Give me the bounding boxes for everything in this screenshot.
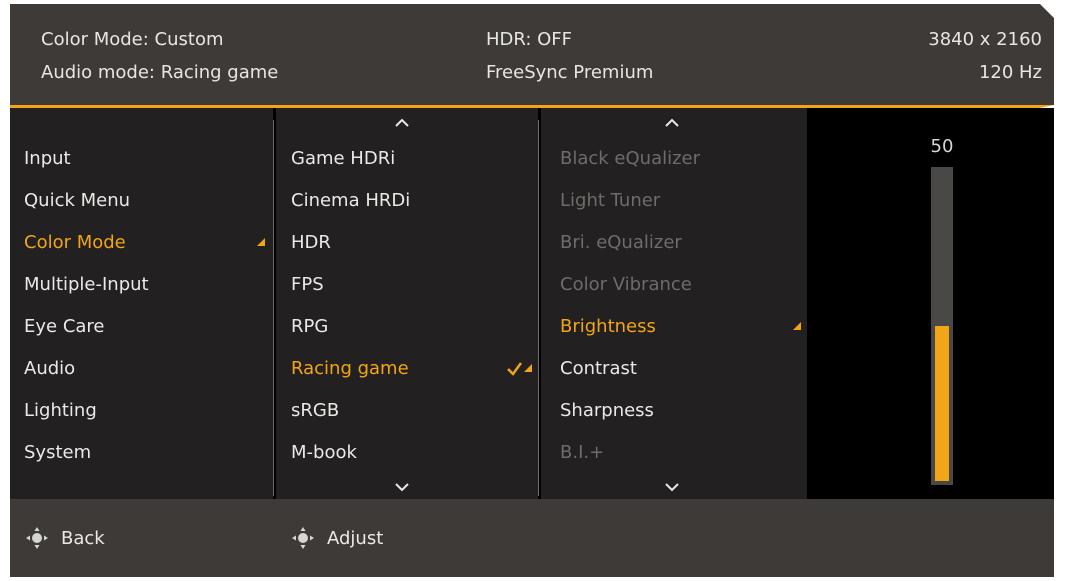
color-mode-item-m-book[interactable]: M-book [291,442,357,463]
refresh-rate-status: 120 Hz [978,62,1042,83]
adjust-hint[interactable]: Adjust [291,499,383,577]
color-mode-item-racing-game[interactable]: Racing game [291,358,409,379]
checkmark-icon [506,360,526,378]
color-mode-status: Color Mode: Custom [41,29,224,50]
setting-item-black-equalizer: Black eQualizer [560,148,701,169]
setting-item-bri-equalizer: Bri. eQualizer [560,232,682,253]
joystick-icon [292,527,314,549]
color-mode-item-hdr[interactable]: HDR [291,232,331,253]
audio-mode-status: Audio mode: Racing game [41,62,279,83]
back-label: Back [61,527,105,549]
main-menu-column: Input Quick Menu Color Mode Multiple-Inp… [10,108,273,499]
setting-item-bi-plus: B.I.+ [560,442,605,463]
setting-item-color-vibrance: Color Vibrance [560,274,692,295]
main-menu-item-audio[interactable]: Audio [24,358,75,379]
main-menu-item-lighting[interactable]: Lighting [24,400,97,421]
main-menu-item-color-mode[interactable]: Color Mode [24,232,126,253]
main-menu-item-multiple-input[interactable]: Multiple-Input [24,274,149,295]
chevron-up-icon[interactable] [665,118,679,132]
chevron-up-icon[interactable] [395,118,409,132]
resolution-status: 3840 x 2160 [928,29,1042,50]
color-mode-item-srgb[interactable]: sRGB [291,400,339,421]
setting-item-light-tuner: Light Tuner [560,190,661,211]
status-bar: Color Mode: Custom Audio mode: Racing ga… [10,4,1054,105]
settings-column: Black eQualizer Light Tuner Bri. eQualiz… [541,108,807,499]
column-divider [273,120,274,496]
hdr-status: HDR: OFF [486,29,573,50]
freesync-status: FreeSync Premium [486,62,654,83]
footer: Back Adjust [10,499,1054,577]
joystick-icon [26,527,48,549]
brightness-value: 50 [930,136,954,157]
color-mode-item-rpg[interactable]: RPG [291,316,328,337]
submenu-indicator-icon [257,238,265,246]
submenu-indicator-icon [524,364,532,372]
setting-item-sharpness[interactable]: Sharpness [560,400,654,421]
main-menu-item-eye-care[interactable]: Eye Care [24,316,105,337]
setting-item-contrast[interactable]: Contrast [560,358,637,379]
color-mode-item-cinema-hrdi[interactable]: Cinema HRDi [291,190,410,211]
brightness-slider[interactable] [931,167,953,485]
submenu-indicator-icon [793,322,801,330]
back-hint[interactable]: Back [25,499,105,577]
chevron-down-icon[interactable] [395,482,409,496]
main-menu-item-quick-menu[interactable]: Quick Menu [24,190,130,211]
main-menu-item-input[interactable]: Input [24,148,71,169]
brightness-slider-fill [935,326,949,481]
adjust-label: Adjust [327,527,384,549]
column-divider [538,120,539,496]
color-mode-column: Game HDRi Cinema HRDi HDR FPS RPG Racing… [276,108,538,499]
setting-item-brightness[interactable]: Brightness [560,316,656,337]
chevron-down-icon[interactable] [665,482,679,496]
menu-area: Input Quick Menu Color Mode Multiple-Inp… [10,108,1054,499]
main-menu-item-system[interactable]: System [24,442,91,463]
color-mode-item-game-hdri[interactable]: Game HDRi [291,148,395,169]
osd-menu: Color Mode: Custom Audio mode: Racing ga… [10,4,1054,577]
color-mode-item-fps[interactable]: FPS [291,274,324,295]
